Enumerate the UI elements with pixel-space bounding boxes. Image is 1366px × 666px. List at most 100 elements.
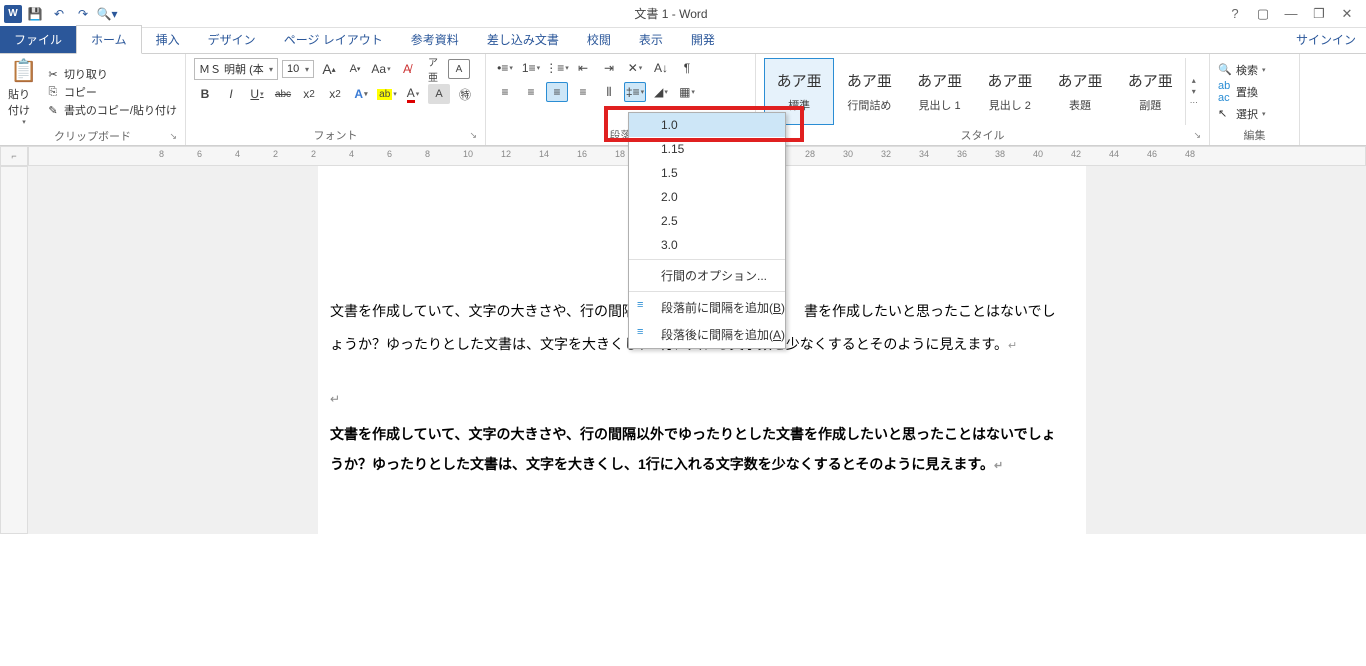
char-shading-icon[interactable]: A bbox=[428, 84, 450, 104]
styles-gallery-expand[interactable]: ▴▾⋯ bbox=[1185, 58, 1201, 125]
style-nospacing[interactable]: あア亜行間詰め bbox=[834, 58, 904, 125]
restore-icon[interactable]: ❐ bbox=[1308, 3, 1330, 25]
signin-link[interactable]: サインイン bbox=[1286, 26, 1366, 53]
asian-layout-icon[interactable]: ✕▾ bbox=[624, 58, 646, 78]
italic-button[interactable]: I bbox=[220, 84, 242, 104]
decrease-indent-icon[interactable]: ⇤ bbox=[572, 58, 594, 78]
linespacing-options[interactable]: 行間のオプション... bbox=[629, 262, 785, 289]
word-app-icon: W bbox=[4, 5, 22, 23]
copy-icon: ⎘ bbox=[46, 86, 60, 99]
highlight-icon[interactable]: ab▾ bbox=[376, 84, 398, 104]
tab-references[interactable]: 参考資料 bbox=[397, 26, 473, 53]
tab-mailings[interactable]: 差し込み文書 bbox=[473, 26, 573, 53]
tab-design[interactable]: デザイン bbox=[194, 26, 270, 53]
style-title[interactable]: あア亜表題 bbox=[1045, 58, 1115, 125]
grow-font-icon[interactable]: A▴ bbox=[318, 59, 340, 79]
linespacing-2-5[interactable]: 2.5 bbox=[629, 209, 785, 233]
tab-insert[interactable]: 挿入 bbox=[142, 26, 194, 53]
clipboard-dialog-launcher[interactable]: ↘ bbox=[169, 131, 177, 142]
add-space-after[interactable]: ≡段落後に間隔を追加(A) bbox=[629, 321, 785, 348]
linespacing-1-5[interactable]: 1.5 bbox=[629, 161, 785, 185]
linespacing-1-15[interactable]: 1.15 bbox=[629, 137, 785, 161]
title-bar: W 💾 ↶ ↷ 🔍▾ 文書 1 - Word ? ▢ — ❐ ✕ bbox=[0, 0, 1366, 28]
underline-button[interactable]: U▾ bbox=[246, 84, 268, 104]
font-name-select[interactable]: ＭＳ 明朝 (本▾ bbox=[194, 58, 278, 80]
clear-format-icon[interactable]: A̸ bbox=[396, 59, 418, 79]
add-space-before[interactable]: ≡段落前に間隔を追加(B) bbox=[629, 294, 785, 321]
bullets-icon[interactable]: •≡▾ bbox=[494, 58, 516, 78]
minimize-icon[interactable]: — bbox=[1280, 3, 1302, 25]
linespacing-3-0[interactable]: 3.0 bbox=[629, 233, 785, 257]
paragraph-2[interactable]: 文書を作成していて、文字の大きさや、行の間隔以外でゆったりとした文書を作成したい… bbox=[330, 420, 1060, 481]
group-styles: あア亜標準 あア亜行間詰め あア亜見出し 1 あア亜見出し 2 あア亜表題 あア… bbox=[756, 54, 1210, 145]
find-icon: 🔍 bbox=[1218, 63, 1232, 76]
undo-icon[interactable]: ↶ bbox=[48, 3, 70, 25]
vertical-ruler[interactable] bbox=[0, 166, 28, 534]
font-size-select[interactable]: 10▾ bbox=[282, 60, 314, 78]
multilevel-icon[interactable]: ⋮≡▾ bbox=[546, 58, 568, 78]
tab-layout[interactable]: ページ レイアウト bbox=[270, 26, 397, 53]
find-button[interactable]: 🔍検索▾ bbox=[1218, 62, 1291, 78]
tab-file[interactable]: ファイル bbox=[0, 26, 76, 53]
ribbon-options-icon[interactable]: ▢ bbox=[1252, 3, 1274, 25]
tab-view[interactable]: 表示 bbox=[625, 26, 677, 53]
linespacing-2-0[interactable]: 2.0 bbox=[629, 185, 785, 209]
copy-button[interactable]: ⎘コピー bbox=[46, 84, 177, 100]
window-controls: ? ▢ — ❐ ✕ bbox=[1224, 3, 1366, 25]
enclose-char-icon[interactable]: ㊕ bbox=[454, 84, 476, 104]
save-icon[interactable]: 💾 bbox=[24, 3, 46, 25]
show-marks-icon[interactable]: ¶ bbox=[676, 58, 698, 78]
increase-indent-icon[interactable]: ⇥ bbox=[598, 58, 620, 78]
redo-icon[interactable]: ↷ bbox=[72, 3, 94, 25]
bold-button[interactable]: B bbox=[194, 84, 216, 104]
shrink-font-icon[interactable]: A▾ bbox=[344, 59, 366, 79]
paragraph-mark[interactable]: ↵ bbox=[330, 386, 340, 412]
space-after-icon: ≡ bbox=[637, 326, 643, 338]
document-title: 文書 1 - Word bbox=[118, 5, 1224, 22]
borders-icon[interactable]: ▦▾ bbox=[676, 82, 698, 102]
tab-developer[interactable]: 開発 bbox=[677, 26, 729, 53]
quick-access-toolbar: W 💾 ↶ ↷ 🔍▾ bbox=[0, 3, 118, 25]
style-subtitle[interactable]: あア亜副題 bbox=[1115, 58, 1185, 125]
align-center-icon[interactable]: ≡ bbox=[520, 82, 542, 102]
select-icon: ↖ bbox=[1218, 107, 1232, 120]
subscript-button[interactable]: x2 bbox=[298, 84, 320, 104]
format-painter-button[interactable]: ✎書式のコピー/貼り付け bbox=[46, 102, 177, 118]
superscript-button[interactable]: x2 bbox=[324, 84, 346, 104]
group-editing: 🔍検索▾ abac置換 ↖選択▾ 編集 bbox=[1210, 54, 1300, 145]
justify-icon[interactable]: ≡ bbox=[572, 82, 594, 102]
line-spacing-button[interactable]: ‡≡▾ bbox=[624, 82, 646, 102]
line-spacing-menu: 1.0 1.15 1.5 2.0 2.5 3.0 行間のオプション... ≡段落… bbox=[628, 112, 786, 349]
select-button[interactable]: ↖選択▾ bbox=[1218, 106, 1291, 122]
text-effects-icon[interactable]: A▾ bbox=[350, 84, 372, 104]
shading-icon[interactable]: ◢▾ bbox=[650, 82, 672, 102]
group-font: ＭＳ 明朝 (本▾ 10▾ A▴ A▾ Aa▾ A̸ ア亜 A B I U▾ a… bbox=[186, 54, 486, 145]
styles-dialog-launcher[interactable]: ↘ bbox=[1193, 130, 1201, 141]
ruler-corner: ⌐ bbox=[0, 146, 28, 166]
preview-icon[interactable]: 🔍▾ bbox=[96, 3, 118, 25]
space-before-icon: ≡ bbox=[637, 299, 643, 311]
paste-button[interactable]: 📋 貼り付け ▾ bbox=[8, 58, 40, 126]
linespacing-1-0[interactable]: 1.0 bbox=[629, 113, 785, 137]
close-icon[interactable]: ✕ bbox=[1336, 3, 1358, 25]
cut-button[interactable]: ✂切り取り bbox=[46, 66, 177, 82]
change-case-icon[interactable]: Aa▾ bbox=[370, 59, 392, 79]
distribute-icon[interactable]: ⫴ bbox=[598, 82, 620, 102]
scissors-icon: ✂ bbox=[46, 68, 60, 81]
numbering-icon[interactable]: 1≡▾ bbox=[520, 58, 542, 78]
group-clipboard: 📋 貼り付け ▾ ✂切り取り ⎘コピー ✎書式のコピー/貼り付け クリップボード… bbox=[0, 54, 186, 145]
char-border-icon[interactable]: A bbox=[448, 59, 470, 79]
align-right-icon[interactable]: ≡ bbox=[546, 82, 568, 102]
style-heading1[interactable]: あア亜見出し 1 bbox=[904, 58, 974, 125]
phonetic-guide-icon[interactable]: ア亜 bbox=[422, 59, 444, 79]
style-heading2[interactable]: あア亜見出し 2 bbox=[975, 58, 1045, 125]
align-left-icon[interactable]: ≡ bbox=[494, 82, 516, 102]
font-dialog-launcher[interactable]: ↘ bbox=[469, 130, 477, 141]
tab-home[interactable]: ホーム bbox=[76, 25, 142, 54]
strike-button[interactable]: abc bbox=[272, 84, 294, 104]
replace-button[interactable]: abac置換 bbox=[1218, 80, 1291, 104]
font-color-icon[interactable]: A▾ bbox=[402, 84, 424, 104]
help-icon[interactable]: ? bbox=[1224, 3, 1246, 25]
tab-review[interactable]: 校閲 bbox=[573, 26, 625, 53]
sort-icon[interactable]: A↓ bbox=[650, 58, 672, 78]
